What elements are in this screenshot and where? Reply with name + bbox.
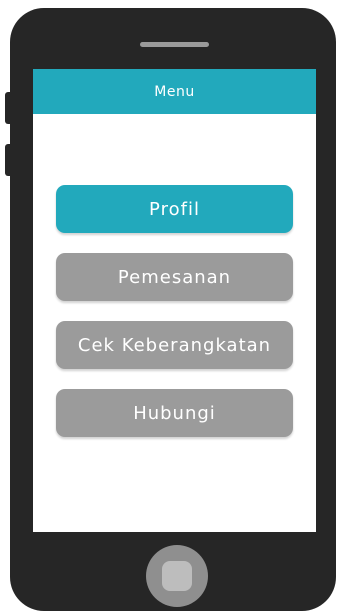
app-screen: Menu Profil Pemesanan Cek Keberangkatan … xyxy=(33,69,316,532)
hubungi-button[interactable]: Hubungi xyxy=(56,389,293,437)
pemesanan-button[interactable]: Pemesanan xyxy=(56,253,293,301)
app-header: Menu xyxy=(33,69,316,114)
profil-button[interactable]: Profil xyxy=(56,185,293,233)
cek-keberangkatan-button[interactable]: Cek Keberangkatan xyxy=(56,321,293,369)
home-button[interactable] xyxy=(146,545,208,607)
home-icon xyxy=(162,561,192,591)
speaker-icon xyxy=(140,42,209,47)
page-title: Menu xyxy=(154,83,195,100)
